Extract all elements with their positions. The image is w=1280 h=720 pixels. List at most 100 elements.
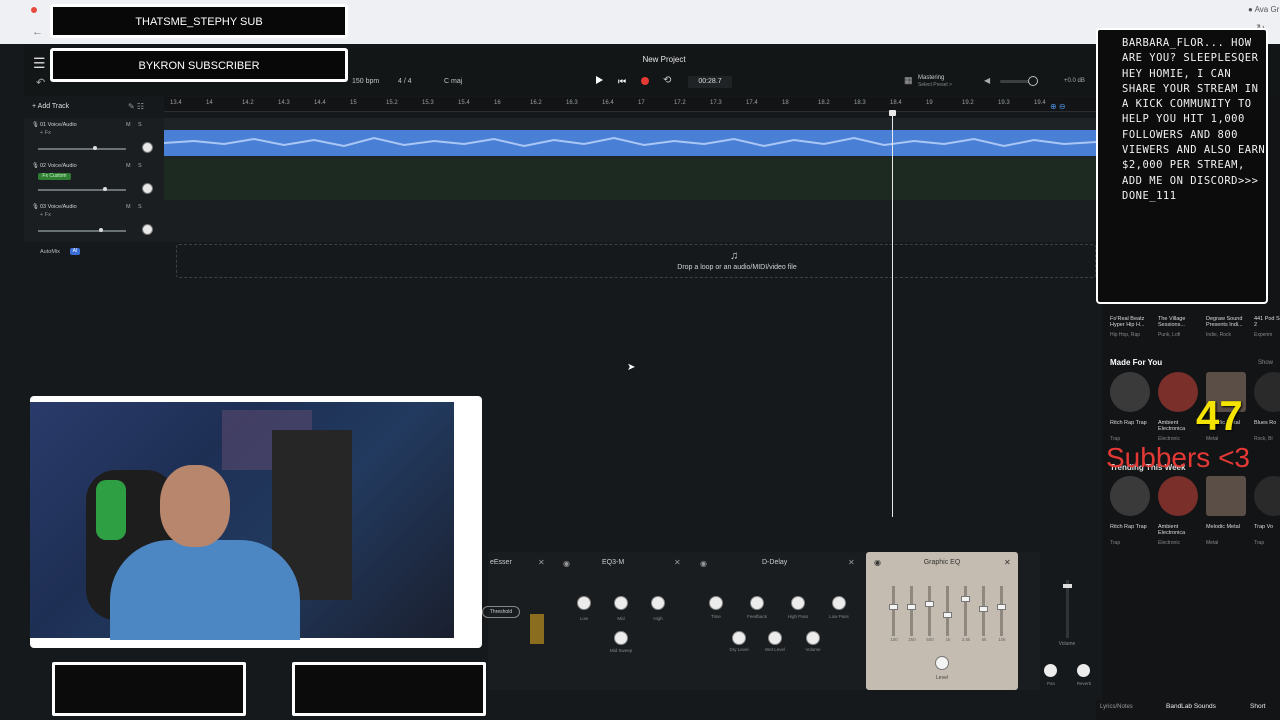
sound-pack-name[interactable]: Melodic Metal (1206, 524, 1250, 530)
geq-band-slider[interactable] (946, 586, 949, 636)
sound-pack-name[interactable]: Ambient Electronica (1158, 524, 1202, 536)
track-3-volume-handle[interactable] (99, 228, 103, 232)
drop-zone[interactable] (176, 244, 1096, 278)
geq-band-handle[interactable] (889, 604, 898, 610)
track-1-name[interactable]: 01 Voice/Audio (40, 122, 77, 128)
sound-pack-name[interactable]: Fo'Real Beatz Hyper Hip H... (1110, 316, 1154, 328)
geq-band-slider[interactable] (964, 586, 967, 636)
delay-knob[interactable] (750, 596, 764, 610)
track-1-volume-handle[interactable] (93, 146, 97, 150)
mastering-label[interactable]: Mastering (918, 75, 944, 82)
track-1-solo[interactable]: S (138, 122, 142, 128)
volume-icon[interactable]: ◀ (984, 76, 990, 85)
zoom-icon[interactable]: ⊕ ⊖ (1050, 102, 1066, 111)
track-2-lane[interactable] (164, 158, 1096, 200)
track-1-pan-knob[interactable] (142, 142, 153, 153)
track-2-fx-badge[interactable]: Fx Custom (38, 173, 71, 180)
play-icon[interactable] (596, 76, 603, 84)
geq-band-handle[interactable] (961, 596, 970, 602)
sound-cover-image[interactable] (1110, 476, 1150, 516)
track-2-volume-slider[interactable] (38, 189, 126, 191)
eq-high-knob[interactable] (651, 596, 665, 610)
sound-pack-name[interactable]: 441 Pod Season 2 (1254, 316, 1280, 328)
sound-pack-name[interactable]: Degraw Sound Presents Indi... (1206, 316, 1250, 328)
channel-volume-fader[interactable] (1066, 580, 1069, 638)
browser-extension-label[interactable]: ● Ava Gr (1248, 5, 1279, 14)
power-icon[interactable]: ◉ (700, 559, 707, 568)
delay-knob[interactable] (709, 596, 723, 610)
power-icon[interactable]: ◉ (874, 558, 881, 567)
menu-icon[interactable]: ☰ (33, 55, 46, 72)
delay-knob[interactable] (791, 596, 805, 610)
track-1-volume-slider[interactable] (38, 148, 126, 150)
browser-back-icon[interactable]: ← (32, 26, 43, 38)
close-icon[interactable]: ✕ (848, 558, 855, 567)
close-icon[interactable]: ✕ (1004, 558, 1011, 567)
sound-pack-name[interactable]: The Village Sessions... (1158, 316, 1202, 328)
sound-cover-image[interactable] (1206, 476, 1246, 516)
master-volume-knob[interactable] (1028, 76, 1038, 86)
mastering-preset[interactable]: Select Preset > (918, 82, 952, 88)
project-title[interactable]: New Project (600, 55, 728, 64)
track-2-name[interactable]: 02 Voice/Audio (40, 163, 77, 169)
track-1-mute[interactable]: M (126, 122, 131, 128)
track-3-solo[interactable]: S (138, 204, 142, 210)
lyrics-notes-tab[interactable]: Lyrics/Notes (1100, 704, 1133, 710)
sound-pack-name[interactable]: Blues Ro (1254, 420, 1280, 426)
sound-cover-image[interactable] (1110, 372, 1150, 412)
threshold-field[interactable]: Threshold (482, 606, 520, 618)
timeline-ruler[interactable] (164, 97, 1096, 112)
geq-band-handle[interactable] (925, 601, 934, 607)
delay-knob[interactable] (732, 631, 746, 645)
track-2-mute[interactable]: M (126, 163, 131, 169)
pan-knob[interactable] (1044, 664, 1057, 677)
track-3-name[interactable]: 03 Voice/Audio (40, 204, 77, 210)
geq-level-knob[interactable] (935, 656, 949, 670)
geq-band-handle[interactable] (979, 606, 988, 612)
geq-band-slider[interactable] (928, 586, 931, 636)
sound-cover-image[interactable] (1158, 372, 1198, 412)
channel-volume-handle[interactable] (1063, 584, 1072, 588)
time-signature-field[interactable]: 4 / 4 (398, 78, 412, 85)
sound-pack-name[interactable]: Ritch Rap Trap (1110, 524, 1154, 530)
close-icon[interactable]: ✕ (538, 558, 545, 567)
show-all-link[interactable]: Show (1258, 360, 1273, 366)
track-2-pan-knob[interactable] (142, 183, 153, 194)
eq-mid-knob[interactable] (614, 596, 628, 610)
track-2-solo[interactable]: S (138, 163, 142, 169)
geq-band-handle[interactable] (907, 604, 916, 610)
delay-knob[interactable] (832, 596, 846, 610)
undo-icon[interactable]: ↶ (36, 76, 45, 89)
add-track-button[interactable]: + Add Track (32, 103, 69, 110)
eq-mid-sweep-knob[interactable] (614, 631, 628, 645)
geq-band-handle[interactable] (943, 612, 952, 618)
power-icon[interactable]: ◉ (563, 559, 570, 568)
bpm-field[interactable]: 150 bpm (352, 78, 379, 85)
sound-pack-name[interactable]: Trap Vo (1254, 524, 1280, 530)
mastering-icon[interactable]: ▦ (904, 75, 913, 86)
geq-band-slider[interactable] (892, 586, 895, 636)
geq-band-handle[interactable] (997, 604, 1006, 610)
sound-cover-image[interactable] (1158, 476, 1198, 516)
track-3-fx[interactable]: + Fx (40, 212, 51, 218)
geq-band-slider[interactable] (1000, 586, 1003, 636)
playhead-handle[interactable] (889, 110, 896, 116)
sound-pack-name[interactable]: Ritch Rap Trap (1110, 420, 1154, 426)
loop-icon[interactable]: ⟲ (663, 75, 671, 86)
playhead[interactable] (892, 113, 893, 517)
delay-knob[interactable] (806, 631, 820, 645)
shortcuts-tab[interactable]: Short (1250, 703, 1266, 710)
track-3-volume-slider[interactable] (38, 230, 126, 232)
window-close-icon[interactable] (31, 7, 37, 13)
geq-band-slider[interactable] (910, 586, 913, 636)
edit-tools-icon[interactable]: ✎ ☷ (128, 102, 144, 111)
eq-low-knob[interactable] (577, 596, 591, 610)
track-1-fx[interactable]: + Fx (40, 130, 51, 136)
close-icon[interactable]: ✕ (674, 558, 681, 567)
reverb-knob[interactable] (1077, 664, 1090, 677)
track-3-lane[interactable] (164, 200, 1096, 242)
skip-back-icon[interactable]: ⏮ (618, 76, 626, 87)
track-3-pan-knob[interactable] (142, 224, 153, 235)
audio-waveform[interactable] (164, 130, 1096, 156)
automix-label[interactable]: AutoMix (40, 249, 60, 255)
